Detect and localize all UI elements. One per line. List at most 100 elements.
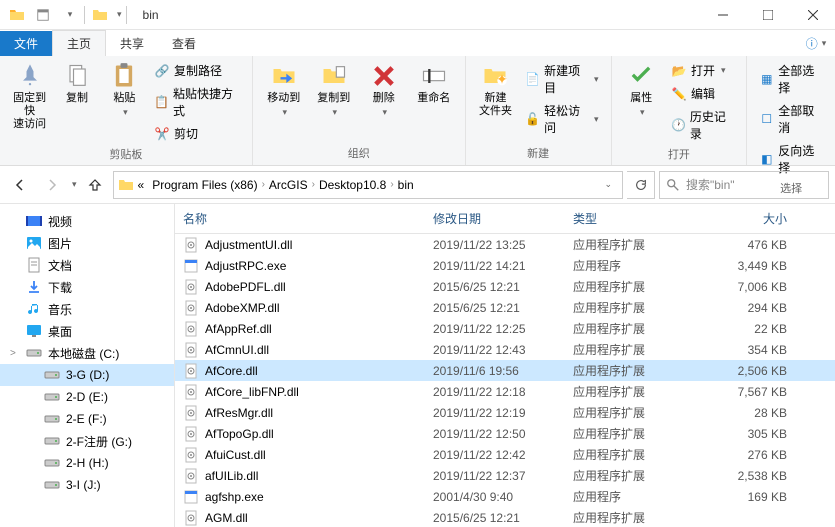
address-bar[interactable]: « Program Files (x86) › ArcGIS › Desktop… [113,171,623,199]
delete-button[interactable]: 删除▾ [361,60,407,120]
copy-path-button[interactable]: 🔗复制路径 [150,60,244,81]
tab-view[interactable]: 查看 [158,31,210,56]
column-name[interactable]: 名称 [175,204,425,233]
sidebar-item[interactable]: 2-H (H:) [0,452,174,474]
qat-properties-icon[interactable] [32,4,54,26]
paste-shortcut-button[interactable]: 📋粘贴快捷方式 [150,83,244,121]
navigation-pane[interactable]: 视频图片文档下载音乐桌面>本地磁盘 (C:)3-G (D:)2-D (E:)2-… [0,204,175,527]
up-button[interactable] [81,171,109,199]
tab-home[interactable]: 主页 [52,30,106,56]
video-icon [26,213,42,229]
sidebar-item[interactable]: 下载 [0,276,174,298]
new-folder-button[interactable]: ✦ 新建 文件夹 [474,60,517,120]
forward-button[interactable] [38,171,66,199]
sidebar-item[interactable]: 2-F注册 (G:) [0,430,174,452]
table-row[interactable]: AfuiCust.dll2019/11/22 12:42应用程序扩展276 KB [175,444,835,465]
breadcrumb-segment[interactable]: Program Files (x86) [148,178,261,192]
sidebar-item[interactable]: 图片 [0,232,174,254]
file-list[interactable]: 名称 修改日期 类型 大小 AdjustmentUI.dll 2019/11/22… [175,204,835,527]
file-name: AdjustmentUI.dll [205,238,292,252]
pin-quick-access-button[interactable]: 固定到快 速访问 [8,60,51,134]
maximize-button[interactable] [745,0,790,30]
table-row[interactable]: AdjustmentUI.dll2019/11/22 13:25应用程序扩展47… [175,234,835,255]
table-row[interactable]: AfCore.dll2019/11/6 19:56应用程序扩展2,506 KB [175,360,835,381]
sidebar-item[interactable]: 3-I (J:) [0,474,174,496]
sidebar-item[interactable]: 文档 [0,254,174,276]
tab-share[interactable]: 共享 [106,31,158,56]
sidebar-item[interactable]: 桌面 [0,320,174,342]
table-row[interactable]: AfResMgr.dll2019/11/22 12:19应用程序扩展28 KB [175,402,835,423]
file-size: 305 KB [705,427,795,441]
table-row[interactable]: AfAppRef.dll2019/11/22 12:25应用程序扩展22 KB [175,318,835,339]
close-button[interactable] [790,0,835,30]
table-row[interactable]: AfCmnUI.dll2019/11/22 12:43应用程序扩展354 KB [175,339,835,360]
table-row[interactable]: AdobePDFL.dll2015/6/25 12:21应用程序扩展7,006 … [175,276,835,297]
table-row[interactable]: AfTopoGp.dll2019/11/22 12:50应用程序扩展305 KB [175,423,835,444]
table-row[interactable]: AfCore_libFNP.dll2019/11/22 12:18应用程序扩展7… [175,381,835,402]
paste-button[interactable]: 粘贴 ▾ [103,60,146,120]
table-row[interactable]: AdjustRPC.exe2019/11/22 14:21应用程序3,449 K… [175,255,835,276]
file-type: 应用程序扩展 [565,299,705,316]
file-icon [183,447,199,463]
file-icon [183,363,199,379]
minimize-button[interactable] [700,0,745,30]
file-name: agfshp.exe [205,490,264,504]
select-all-button[interactable]: ▦全部选择 [755,60,827,98]
recent-locations-button[interactable]: ▾ [72,179,77,190]
tab-file[interactable]: 文件 [0,31,52,56]
cut-button[interactable]: ✂️剪切 [150,123,244,144]
column-size[interactable]: 大小 [705,204,795,233]
window-title: bin [143,8,159,22]
open-button[interactable]: 📂打开▾ [667,60,738,81]
disk-icon [44,455,60,471]
sidebar-item-label: 图片 [48,235,72,252]
table-row[interactable]: afUILib.dll2019/11/22 12:37应用程序扩展2,538 K… [175,465,835,486]
sidebar-item[interactable]: 2-E (F:) [0,408,174,430]
rename-button[interactable]: 重命名 [411,60,457,107]
disk-icon [44,367,60,383]
move-to-button[interactable]: 移动到▾ [261,60,307,120]
easy-access-button[interactable]: 🔓轻松访问▾ [521,100,602,138]
column-type[interactable]: 类型 [565,204,705,233]
sidebar-item-label: 文档 [48,257,72,274]
folder-icon-2 [89,4,111,26]
file-type: 应用程序扩展 [565,320,705,337]
group-clipboard: 固定到快 速访问 复制 粘贴 ▾ 🔗复制路径 📋粘贴快捷方式 ✂️剪切 剪贴板 [0,56,253,165]
sidebar-item[interactable]: 音乐 [0,298,174,320]
file-icon [183,489,199,505]
qat-dropdown-icon[interactable]: ▾ [58,4,80,26]
table-row[interactable]: agfshp.exe2001/4/30 9:40应用程序169 KB [175,486,835,507]
file-name: AdobePDFL.dll [205,280,286,294]
file-name: AGM.dll [205,511,248,525]
history-button[interactable]: 🕐历史记录 [667,106,738,144]
file-name: AfCore.dll [205,364,258,378]
table-row[interactable]: AGM.dll2015/6/25 12:21应用程序扩展 [175,507,835,527]
copy-to-button[interactable]: 复制到▾ [311,60,357,120]
properties-button[interactable]: 属性▾ [620,60,663,120]
table-row[interactable]: AdobeXMP.dll2015/6/25 12:21应用程序扩展294 KB [175,297,835,318]
refresh-button[interactable] [627,171,655,199]
column-date[interactable]: 修改日期 [425,204,565,233]
ribbon-collapse-button[interactable]: ⓘ▾ [803,30,829,56]
sidebar-item[interactable]: 视频 [0,210,174,232]
edit-button[interactable]: ✏️编辑 [667,83,738,104]
sidebar-item[interactable]: >本地磁盘 (C:) [0,342,174,364]
file-date: 2019/11/22 13:25 [425,238,565,252]
breadcrumb-segment[interactable]: bin [394,178,418,192]
sidebar-item[interactable]: 3-G (D:) [0,364,174,386]
select-none-button[interactable]: ☐全部取消 [755,100,827,138]
sidebar-item[interactable]: 2-D (E:) [0,386,174,408]
search-input[interactable]: 搜索"bin" [659,171,829,199]
folder-icon [118,177,134,193]
group-organize: 移动到▾ 复制到▾ 删除▾ 重命名 组织 [253,56,466,165]
copy-button[interactable]: 复制 [55,60,98,107]
navigation-bar: ▾ « Program Files (x86) › ArcGIS › Deskt… [0,166,835,204]
breadcrumb-segment[interactable]: Desktop10.8 [315,178,390,192]
back-button[interactable] [6,171,34,199]
file-size: 7,567 KB [705,385,795,399]
new-item-button[interactable]: 📄新建项目▾ [521,60,602,98]
file-icon [183,279,199,295]
address-dropdown[interactable]: ⌄ [598,179,618,190]
file-size: 169 KB [705,490,795,504]
breadcrumb-segment[interactable]: ArcGIS [265,178,312,192]
